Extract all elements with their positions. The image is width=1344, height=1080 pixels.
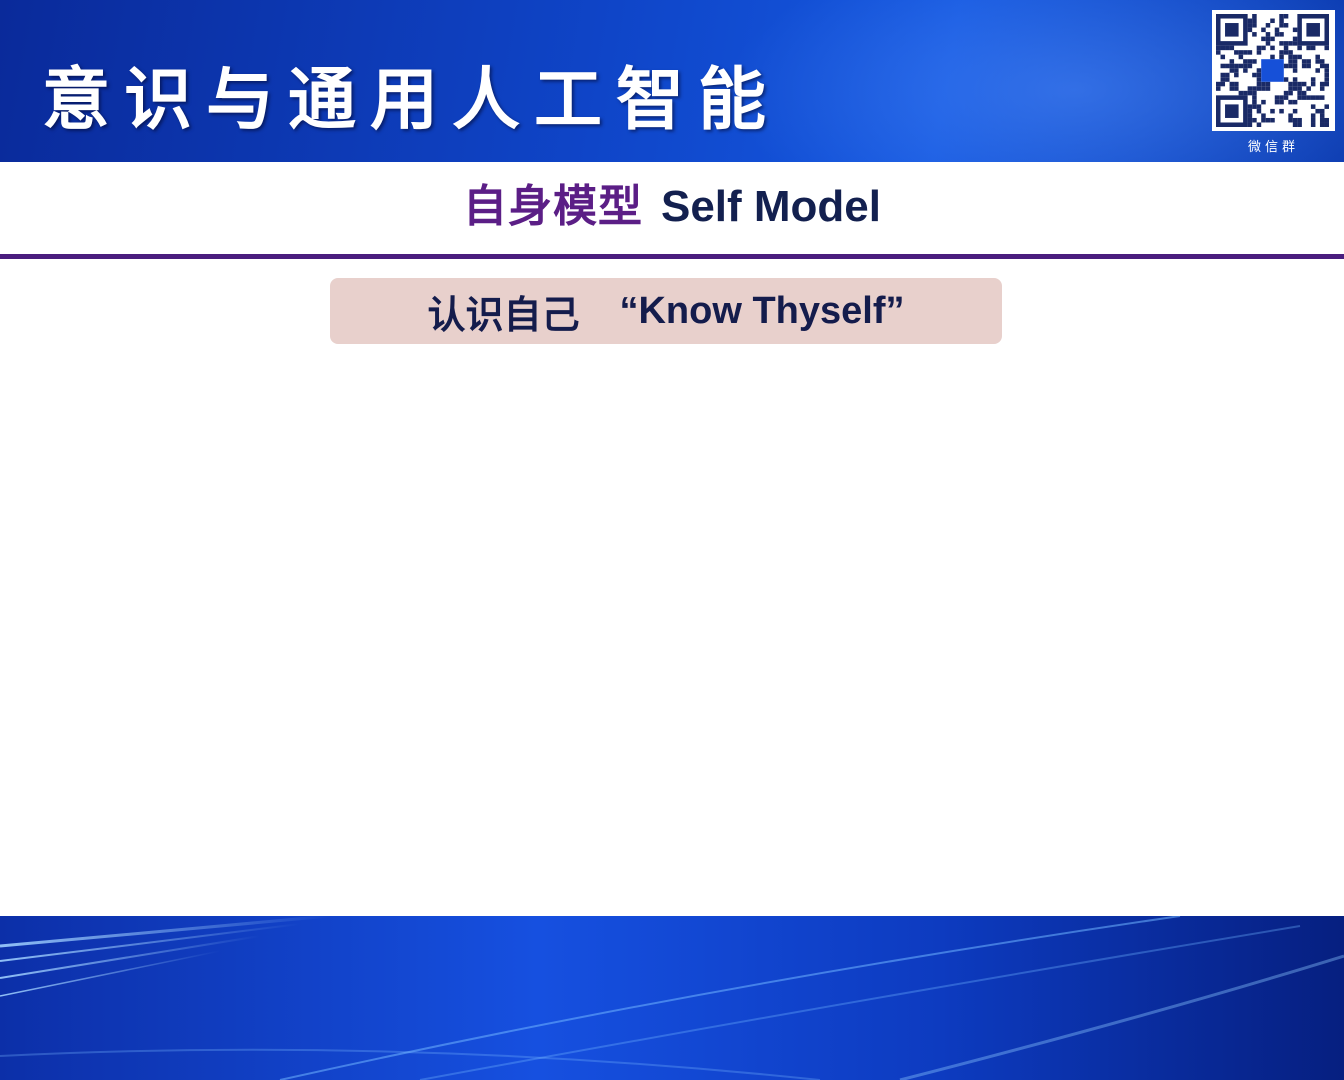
- subtitle-chinese: 认识自己: [427, 292, 580, 337]
- qr-code-panel: 微信群: [1212, 10, 1335, 156]
- heading-divider: [0, 254, 1344, 259]
- bottom-banner: [0, 916, 1344, 1080]
- heading-chinese: 自身模型: [462, 181, 643, 232]
- light-streaks: [0, 916, 1344, 1080]
- qr-caption: 微信群: [1247, 140, 1299, 155]
- qr-code-icon: [1212, 10, 1335, 131]
- slide-heading: 自身模型 Self Model: [0, 170, 1344, 234]
- heading-english: Self Model: [660, 182, 882, 231]
- subtitle-box: 认识自己 “Know Thyself”: [330, 278, 1002, 344]
- banner-title: 意识与通用人工智能: [42, 61, 781, 140]
- top-banner: 意识与通用人工智能 微信群: [0, 0, 1344, 162]
- subtitle-english: “Know Thyself”: [619, 289, 905, 332]
